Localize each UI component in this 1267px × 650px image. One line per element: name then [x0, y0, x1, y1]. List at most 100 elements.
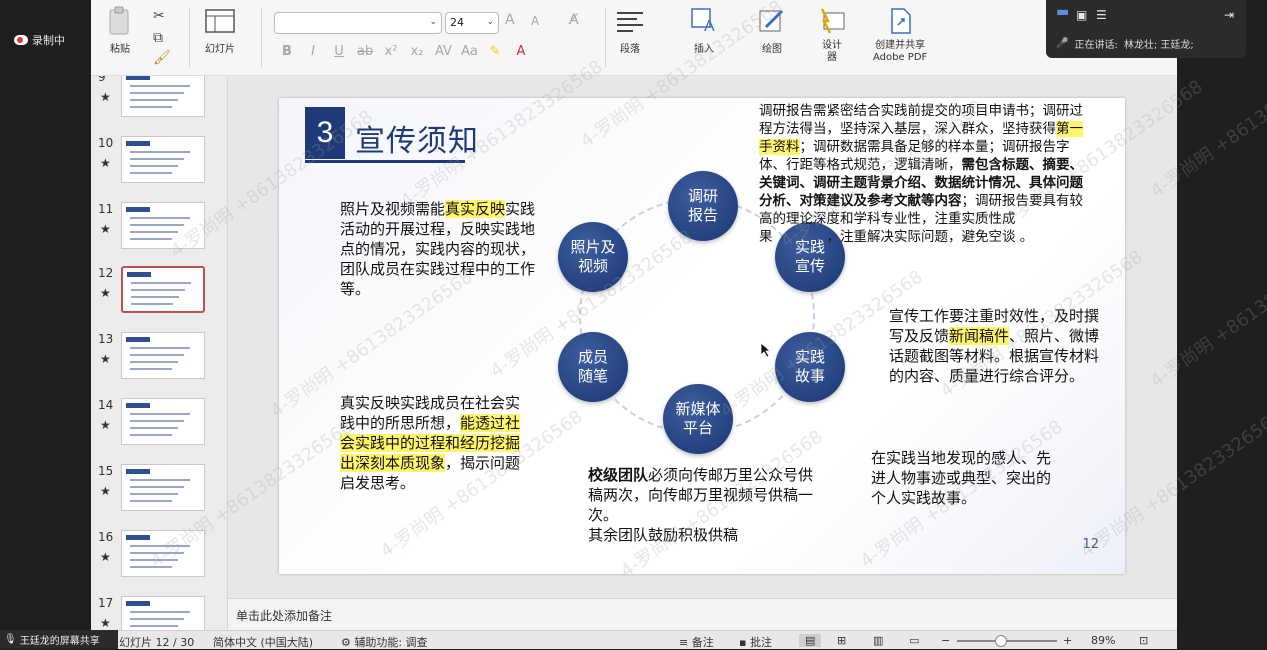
thumbnail-text-line	[130, 217, 190, 219]
comments-label: 批注	[749, 636, 772, 649]
zoom-in-icon[interactable]: +	[1063, 634, 1072, 647]
title-underline	[305, 160, 465, 163]
increase-font-icon[interactable]: A	[505, 12, 515, 28]
reading-view-icon[interactable]: ▥	[873, 634, 883, 647]
decrease-font-icon[interactable]: A	[531, 14, 539, 28]
create-share-label: 创建并共享 Adobe PDF	[873, 40, 928, 63]
font-size-dropdown[interactable]: 24 ⌄	[445, 12, 499, 34]
window-icon[interactable]: ▣	[1076, 8, 1087, 22]
circle-member-notes[interactable]: 成员 随笔	[558, 332, 628, 402]
promo-description[interactable]: 宣传工作要注重时效性，及时撰写及反馈新闻稿件、照片、微博话题截图等材料。根据宣传…	[889, 306, 1101, 386]
strikethrough-icon[interactable]: ab	[357, 44, 373, 59]
slide-sorter-icon[interactable]: ⊞	[837, 634, 846, 647]
zoom-out-icon[interactable]: −	[941, 634, 950, 647]
section-number-badge: 3	[305, 107, 345, 159]
font-name-dropdown[interactable]: ⌄	[274, 12, 442, 34]
thumbnail-text-line	[130, 545, 190, 547]
slide-thumbnail[interactable]	[121, 76, 205, 117]
italic-icon[interactable]: I	[305, 44, 321, 59]
paste-button[interactable]: 粘贴	[103, 6, 137, 56]
circle-new-media[interactable]: 新媒体 平台	[663, 384, 733, 454]
comments-button[interactable]: ▪ 批注	[739, 634, 772, 650]
slide-thumbnail[interactable]	[121, 596, 205, 630]
slide-thumbnail[interactable]	[121, 136, 205, 183]
thumbnail-text-line	[131, 303, 173, 305]
slide-position: 幻灯片 12 / 30	[119, 636, 195, 649]
thumbnail-text-line	[130, 165, 178, 167]
zoom-slider[interactable]	[957, 640, 1057, 642]
circle-photo-video[interactable]: 照片及 视频	[558, 222, 628, 292]
slide-thumbnail[interactable]	[121, 332, 205, 379]
slide-thumbnail[interactable]	[121, 398, 205, 445]
grid-icon[interactable]: ☰	[1096, 8, 1107, 22]
circle-report[interactable]: 调研 报告	[668, 171, 738, 241]
zoom-slider-handle[interactable]	[995, 635, 1007, 647]
circle-practice-story[interactable]: 实践 故事	[775, 332, 845, 402]
insert-button[interactable]: A 插入	[687, 6, 721, 56]
thumbnail-text-line	[130, 224, 184, 226]
report-text: 调研报告需紧密结合实践前提交的项目申请书；调研过程方法得当，坚持深入基层，深入群…	[759, 103, 1083, 137]
slide-editing-area[interactable]: 3 宣传须知 调研 报告 照片及 视频 实践 宣传 成员 随笔 实践 故事 新媒…	[228, 76, 1177, 598]
draw-label: 绘图	[762, 44, 782, 55]
slide-thumbnail-pane[interactable]: 9 ★ 10 ★ 11 ★ 12 ★ 13 ★ 14 ★ 15 ★ 16 ★ 17 ★	[91, 76, 228, 630]
thumbnail-text-line	[130, 92, 184, 94]
thumbnail-title-bar	[126, 535, 150, 540]
new-media-description[interactable]: 校级团队必须向传邮万里公众号供稿两次，向传邮万里视频号供稿一次。 其余团队鼓励积…	[588, 465, 814, 545]
paragraph-button[interactable]: 段落	[613, 6, 647, 56]
thumbnail-number: 12	[98, 266, 114, 280]
minimize-icon[interactable]: ▬	[1056, 4, 1069, 20]
highlight-icon[interactable]: ✎	[487, 44, 503, 59]
underline-icon[interactable]: U	[331, 44, 347, 59]
thumbnail-title-bar	[126, 141, 150, 146]
slide-layout-icon	[203, 6, 237, 36]
chevron-down-icon: ⌄	[486, 17, 494, 27]
ribbon: 粘贴 ✂ ⧉ 🖌 幻灯片 ⌄ 24 ⌄ A A A̸ B I U ab x² x…	[91, 0, 1177, 76]
bold-icon[interactable]: B	[279, 44, 295, 59]
slide-thumbnail[interactable]	[121, 266, 205, 313]
language-status[interactable]: 简体中文 (中国大陆)	[213, 634, 313, 650]
format-painter-icon[interactable]: 🖌	[153, 50, 171, 66]
accessibility-status[interactable]: ⚙ 辅助功能: 调查	[341, 634, 428, 650]
slide-thumbnail[interactable]	[121, 464, 205, 511]
clear-format-icon[interactable]: A̸	[569, 12, 579, 28]
subscript-icon[interactable]: x₂	[409, 44, 425, 59]
recording-indicator[interactable]: 录制中	[14, 32, 65, 48]
format-row: B I U ab x² x₂ AV Aa ✎ A	[279, 44, 529, 59]
designer-icon	[815, 6, 849, 36]
thumbnail-text-line	[130, 231, 178, 233]
layout-icon[interactable]: ⇥	[1224, 8, 1234, 22]
change-case-icon[interactable]: Aa	[461, 44, 478, 59]
slides-button[interactable]: 幻灯片	[203, 6, 237, 56]
normal-view-icon[interactable]: ▤	[799, 634, 822, 647]
star-icon: ★	[100, 286, 111, 300]
character-spacing-icon[interactable]: AV	[435, 44, 452, 59]
notes-pane[interactable]: 单击此处添加备注	[228, 598, 1177, 630]
media-text: 其余团队鼓励积极供稿	[588, 526, 739, 544]
member-notes-description[interactable]: 真实反映实践成员在社会实践中的所思所想，能透过社会实践中的过程和经历挖掘出深刻本…	[340, 393, 522, 493]
slide-thumbnail[interactable]	[121, 202, 205, 249]
slides-label: 幻灯片	[205, 44, 235, 55]
current-slide[interactable]: 3 宣传须知 调研 报告 照片及 视频 实践 宣传 成员 随笔 实践 故事 新媒…	[279, 98, 1125, 574]
draw-button[interactable]: 绘图	[755, 6, 789, 56]
notes-toggle-button[interactable]: ≡ 备注	[679, 634, 714, 650]
thumbnail-text-line	[130, 618, 184, 620]
thumbnail-number: 17	[98, 596, 114, 610]
superscript-icon[interactable]: x²	[383, 44, 399, 59]
designer-button[interactable]: 设计 器	[815, 6, 849, 64]
create-share-pdf-button[interactable]: 创建并共享 Adobe PDF	[873, 6, 927, 64]
fit-slide-icon[interactable]: ⊡	[1139, 634, 1148, 647]
photo-video-description[interactable]: 照片及视频需能真实反映实践活动的开展过程，反映实践地点的情况，实践内容的现状，团…	[340, 199, 536, 299]
thumbnail-text-line	[131, 289, 185, 291]
promo-highlight: 新闻稿件	[949, 327, 1010, 345]
report-description[interactable]: 调研报告需紧密结合实践前提交的项目申请书；调研过程方法得当，坚持深入基层，深入群…	[759, 102, 1091, 246]
font-color-icon[interactable]: A	[513, 44, 529, 59]
ribbon-separator	[261, 8, 262, 68]
slideshow-icon[interactable]: ▭	[909, 634, 919, 647]
slide-thumbnail[interactable]	[121, 530, 205, 577]
cut-icon[interactable]: ✂	[153, 8, 165, 24]
story-description[interactable]: 在实践当地发现的感人、先进人物事迹或典型、突出的个人实践故事。	[871, 448, 1057, 508]
meeting-right-bar	[1177, 0, 1267, 649]
copy-icon[interactable]: ⧉	[153, 30, 163, 46]
thumbnail-text-line	[130, 368, 172, 370]
zoom-level[interactable]: 89%	[1091, 634, 1115, 647]
